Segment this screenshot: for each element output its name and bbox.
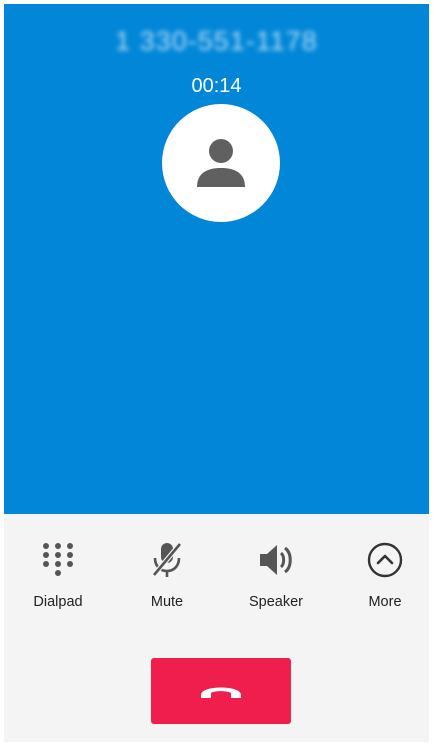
mic-off-icon: [147, 540, 187, 580]
chevron-up-circle-icon: [365, 540, 405, 580]
person-icon: [197, 139, 245, 187]
contact-avatar: [162, 104, 280, 222]
call-timer: 00:14: [191, 75, 242, 97]
call-info-panel: 1 330-551-1178 00:14: [4, 4, 429, 514]
call-controls: Dialpad Mute Speaker More: [4, 532, 429, 622]
dialpad-label: Dialpad: [33, 594, 83, 610]
hang-up-icon: [201, 687, 241, 698]
caller-number: 1 330-551-1178: [115, 26, 318, 56]
speaker-icon: [256, 540, 296, 580]
more-button[interactable]: More: [335, 532, 429, 617]
speaker-button[interactable]: Speaker: [226, 532, 326, 617]
more-label: More: [368, 594, 402, 610]
dialpad-button[interactable]: Dialpad: [8, 532, 108, 617]
in-call-screen: 1 330-551-1178 00:14 Dialpad Mute Speake…: [4, 4, 429, 742]
end-call-button[interactable]: [151, 658, 291, 724]
mute-button[interactable]: Mute: [117, 532, 217, 617]
speaker-label: Speaker: [248, 594, 303, 610]
mute-label: Mute: [150, 594, 184, 610]
dialpad-icon: [38, 540, 78, 580]
